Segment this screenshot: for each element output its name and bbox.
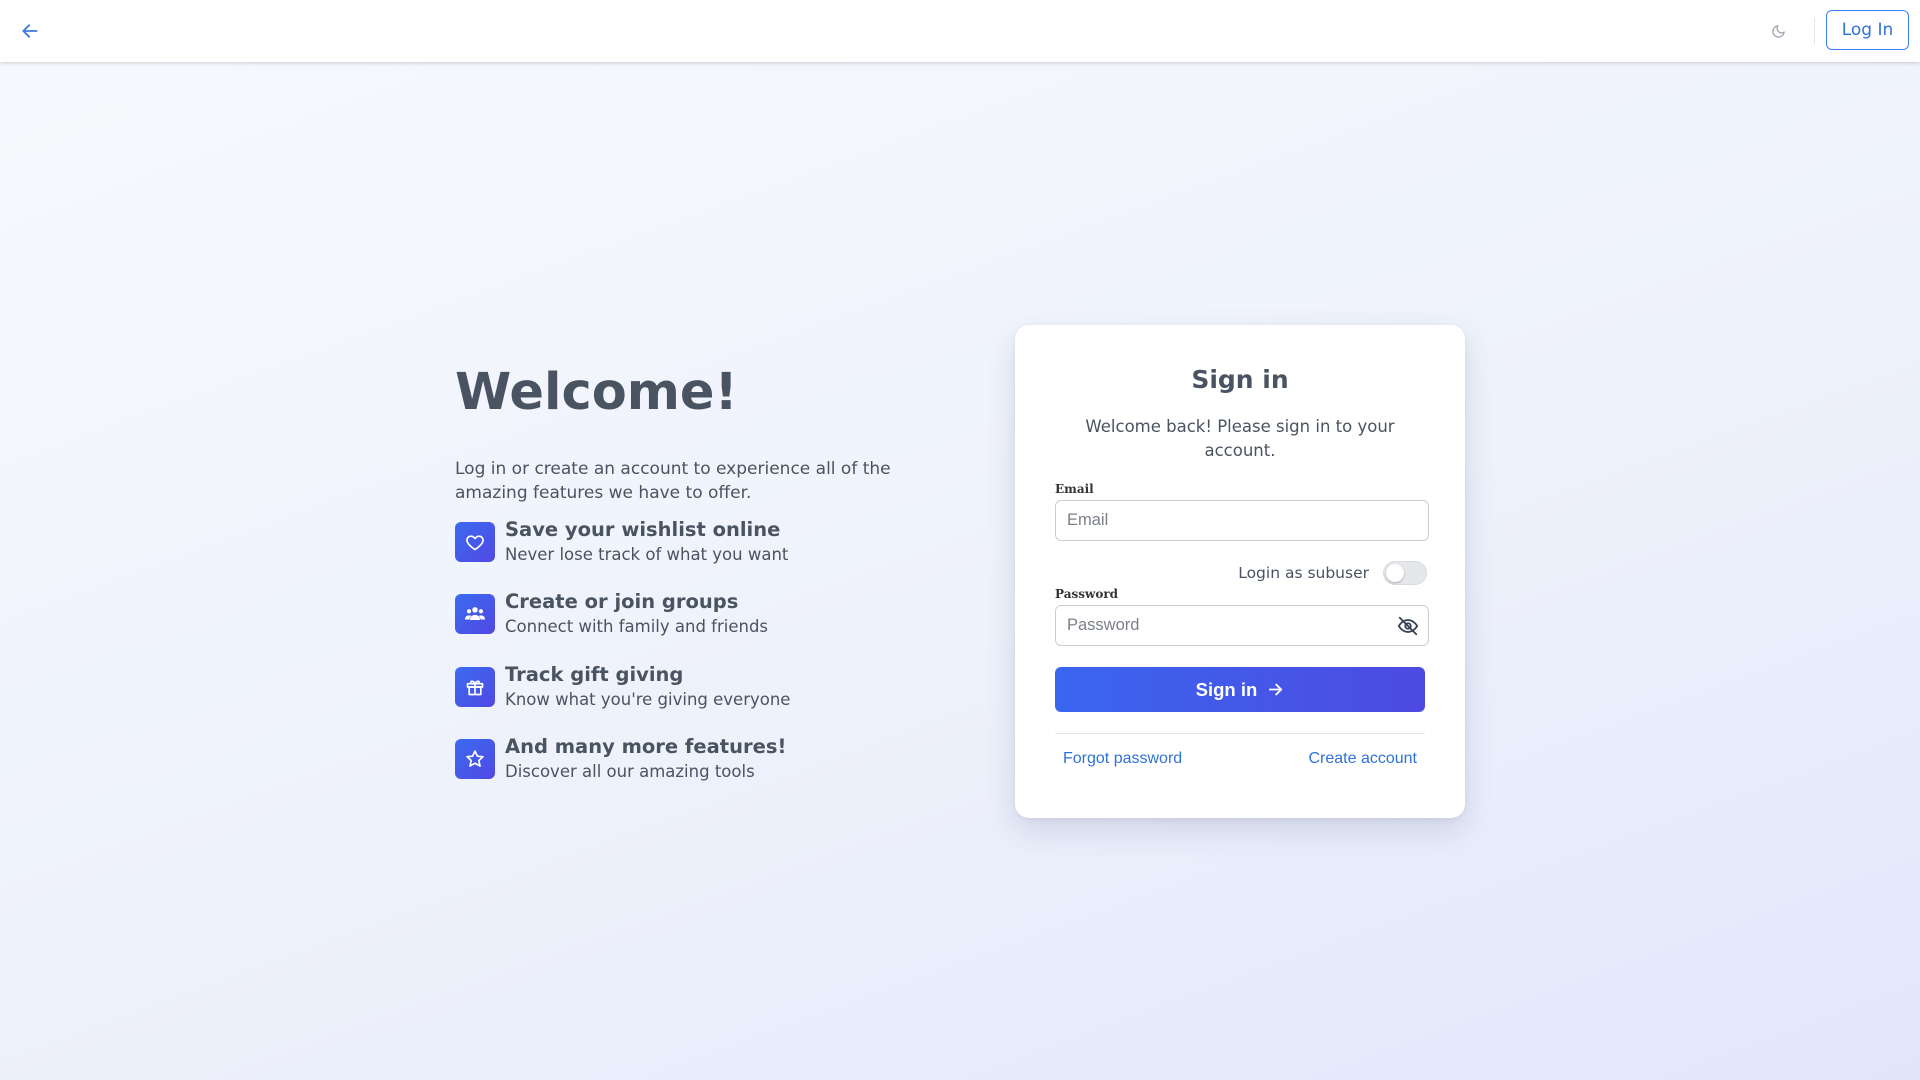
signin-subtitle: Welcome back! Please sign in to your acc… bbox=[1085, 417, 1395, 460]
welcome-description: Log in or create an account to experienc… bbox=[455, 459, 891, 503]
feature-subtitle: Know what you're giving everyone bbox=[505, 690, 791, 709]
arrow-right-icon bbox=[1269, 683, 1283, 696]
feature-subtitle: Discover all our amazing tools bbox=[505, 762, 755, 781]
users-icon bbox=[455, 594, 495, 634]
feature-item-groups: Create or join groups Connect with famil… bbox=[455, 590, 875, 640]
feature-subtitle: Never lose track of what you want bbox=[505, 545, 789, 564]
back-button[interactable] bbox=[14, 15, 46, 47]
subuser-row: Login as subuser bbox=[1055, 561, 1427, 587]
intro-section: Welcome! Log in or create an account to … bbox=[455, 355, 905, 505]
subuser-toggle[interactable] bbox=[1383, 561, 1427, 585]
feature-title: Create or join groups bbox=[505, 590, 739, 613]
subuser-label: Login as subuser bbox=[1238, 564, 1369, 582]
email-field[interactable] bbox=[1056, 501, 1387, 540]
arrow-left-icon bbox=[22, 24, 38, 38]
create-account-link[interactable]: Create account bbox=[1308, 750, 1417, 768]
login-button[interactable]: Log In bbox=[1826, 10, 1909, 50]
feature-title: And many more features! bbox=[505, 735, 787, 758]
theme-toggle-button[interactable] bbox=[1762, 15, 1794, 47]
header-divider bbox=[1814, 18, 1815, 44]
feature-title: Save your wishlist online bbox=[505, 518, 781, 541]
moon-icon bbox=[1771, 24, 1785, 38]
top-bar: Log In bbox=[0, 0, 1920, 62]
eye-off-icon bbox=[1397, 616, 1419, 636]
feature-item-more: And many more features! Discover all our… bbox=[455, 735, 875, 785]
feature-subtitle: Connect with family and friends bbox=[505, 617, 769, 636]
feature-title: Track gift giving bbox=[505, 663, 684, 686]
star-icon bbox=[455, 739, 495, 779]
password-field[interactable] bbox=[1056, 606, 1387, 645]
password-field-wrapper bbox=[1055, 605, 1429, 646]
signin-button-label: Sign in bbox=[1195, 678, 1258, 700]
signin-button[interactable]: Sign in bbox=[1055, 667, 1425, 712]
email-field-wrapper bbox=[1055, 500, 1429, 541]
heart-icon bbox=[455, 522, 495, 562]
signin-title: Sign in bbox=[1191, 365, 1289, 394]
feature-item-wishlist: Save your wishlist online Never lose tra… bbox=[455, 518, 875, 568]
forgot-password-link[interactable]: Forgot password bbox=[1063, 750, 1182, 768]
toggle-password-visibility-button[interactable] bbox=[1396, 614, 1420, 638]
signin-card: Sign in Welcome back! Please sign in to … bbox=[1015, 325, 1465, 818]
gift-icon bbox=[455, 667, 495, 707]
welcome-title: Welcome! bbox=[455, 363, 738, 422]
card-divider bbox=[1055, 733, 1425, 734]
toggle-knob bbox=[1386, 564, 1404, 582]
password-label: Password bbox=[1055, 587, 1119, 601]
feature-item-gifts: Track gift giving Know what you're givin… bbox=[455, 663, 875, 713]
email-label: Email bbox=[1055, 482, 1094, 496]
